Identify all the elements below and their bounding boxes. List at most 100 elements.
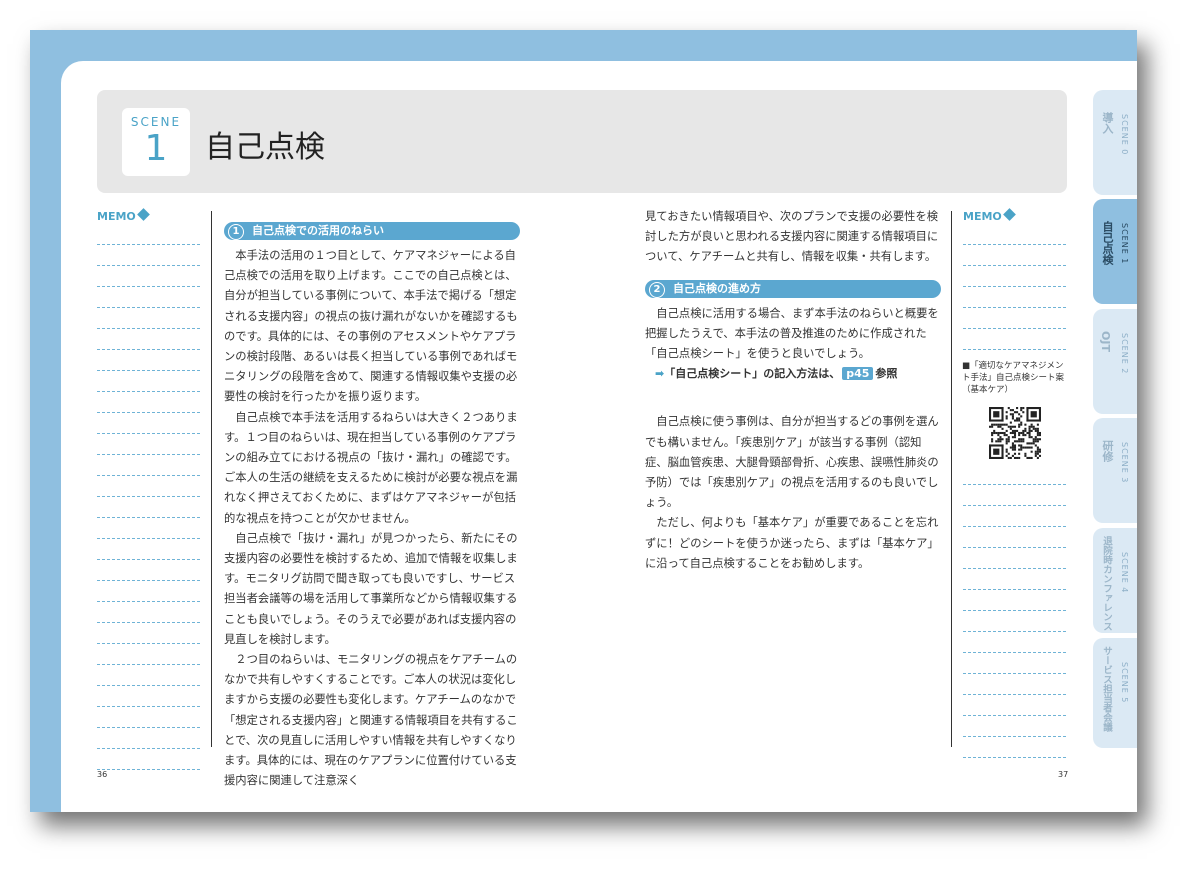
- memo-line: [97, 413, 200, 434]
- section-number-1: 1: [228, 224, 244, 240]
- memo-line: [963, 653, 1066, 674]
- memo-line: [97, 287, 200, 308]
- memo-line: [963, 506, 1066, 527]
- paragraph: ただし、何よりも「基本ケア」が重要であることを忘れずに！どのシートを使うか迷った…: [645, 516, 939, 570]
- section-heading-1-text: 自己点検での活用のねらい: [252, 224, 384, 237]
- memo-line: [97, 476, 200, 497]
- memo-lines-right-bottom: [963, 464, 1066, 758]
- section-number-2: 2: [649, 281, 665, 298]
- memo-line: [97, 455, 200, 476]
- reference-text: 「自己点検シート」の記入方法は、: [664, 367, 841, 381]
- memo-line: [963, 287, 1066, 308]
- memo-line: [963, 485, 1066, 506]
- memo-line: [97, 497, 200, 518]
- tab-label: 研修: [1101, 440, 1114, 462]
- memo-line: [97, 329, 200, 350]
- page-number-left: 36: [97, 770, 108, 779]
- memo-line: [97, 644, 200, 665]
- memo-line: [963, 632, 1066, 653]
- memo-line: [963, 266, 1066, 287]
- memo-lines-left: [97, 224, 200, 770]
- paragraph: 自己点検に使う事例は、自分が担当するどの事例を選んでも構いません。「疾患別ケア」…: [645, 415, 939, 510]
- scene-word: SCENE: [130, 115, 182, 129]
- pencil-icon: [136, 208, 150, 221]
- section-heading-1: 1 自己点検での活用のねらい: [224, 222, 520, 240]
- section-heading-2-text: 自己点検の進め方: [673, 281, 761, 295]
- tab-scene-0[interactable]: 導入 SCENE 0: [1093, 90, 1137, 195]
- paragraph: 見ておきたい情報項目や、次のプランで支援の必要性を検討した方が良いと思われる支援…: [645, 210, 939, 264]
- paragraph: ２つ目のねらいは、モニタリングの視点をケアチームのなかで共有しやすくすることです…: [224, 653, 518, 788]
- qr-code-icon[interactable]: [989, 407, 1041, 459]
- memo-line: [963, 548, 1066, 569]
- paragraph: 本手法の活用の１つ目として、ケアマネジャーによる自己点検での活用を取り上げます。…: [224, 249, 518, 404]
- memo-line: [963, 695, 1066, 716]
- scene-badge: SCENE 1: [122, 108, 190, 176]
- memo-line: [97, 434, 200, 455]
- tab-label: 導入: [1101, 112, 1114, 134]
- memo-line: [963, 308, 1066, 329]
- tab-scene-label: SCENE 4: [1120, 552, 1129, 594]
- tab-label: 退院時カンファレンス: [1101, 536, 1112, 631]
- memo-line: [97, 623, 200, 644]
- arrow-right-icon: ➡: [655, 367, 665, 381]
- memo-line: [97, 665, 200, 686]
- memo-line: [97, 686, 200, 707]
- memo-line: [97, 749, 200, 770]
- memo-line: [97, 581, 200, 602]
- tab-scene-label: SCENE 1: [1120, 223, 1129, 265]
- page-title: 自己点検: [205, 130, 325, 165]
- tab-scene-label: SCENE 5: [1120, 662, 1129, 704]
- memo-line: [97, 308, 200, 329]
- tab-scene-label: SCENE 2: [1120, 333, 1129, 375]
- memo-line: [97, 224, 200, 245]
- memo-line: [97, 560, 200, 581]
- tab-scene-2[interactable]: OJT SCENE 2: [1093, 309, 1137, 414]
- memo-line: [963, 590, 1066, 611]
- left-text-column: 1 自己点検での活用のねらい 本手法の活用の１つ目として、ケアマネジャーによる自己…: [224, 219, 520, 791]
- memo-line: [963, 569, 1066, 590]
- page-reference: ➡「自己点検シート」の記入方法は、 p45 参照: [645, 364, 941, 384]
- right-text-column: 見ておきたい情報項目や、次のプランで支援の必要性を検討した方が良いと思われる支援…: [645, 207, 941, 574]
- paragraph: 自己点検で本手法を活用するねらいは大きく２つあります。１つ目のねらいは、現在担当…: [224, 410, 518, 525]
- page-number-right: 37: [1058, 770, 1069, 779]
- tab-scene-3[interactable]: 研修 SCENE 3: [1093, 418, 1137, 523]
- pencil-icon: [1002, 208, 1016, 221]
- memo-line: [963, 224, 1066, 245]
- memo-line: [963, 527, 1066, 548]
- column-divider-left: [211, 211, 212, 747]
- memo-line: [97, 518, 200, 539]
- memo-line: [97, 371, 200, 392]
- paragraph: 自己点検に活用する場合、まず本手法のねらいと概要を把握したうえで、本手法の普及推…: [645, 306, 939, 361]
- page-ref-badge[interactable]: p45: [842, 367, 874, 381]
- memo-label-left: MEMO: [97, 208, 150, 223]
- memo-line: [97, 728, 200, 749]
- memo-line: [97, 602, 200, 623]
- scene-number: 1: [144, 128, 168, 169]
- memo-line: [963, 611, 1066, 632]
- tab-scene-1[interactable]: 自己点検 SCENE 1: [1093, 199, 1137, 304]
- memo-line: [963, 737, 1066, 758]
- column-divider-right: [951, 211, 952, 747]
- memo-label-right: MEMO: [963, 208, 1016, 223]
- qr-caption: ■「適切なケアマネジメント手法」自己点検シート案（基本ケア）: [962, 361, 1065, 395]
- tab-scene-label: SCENE 3: [1120, 442, 1129, 484]
- memo-line: [97, 350, 200, 371]
- memo-line: [963, 716, 1066, 737]
- memo-line: [963, 674, 1066, 695]
- tab-label: OJT: [1099, 331, 1112, 352]
- memo-line: [97, 245, 200, 266]
- reference-suffix: 参照: [875, 367, 898, 381]
- tab-scene-5[interactable]: サービス担当者会議 SCENE 5: [1093, 638, 1137, 748]
- memo-lines-right-top: [963, 224, 1066, 350]
- memo-line: [97, 392, 200, 413]
- tab-scene-label: SCENE 0: [1120, 114, 1129, 156]
- memo-line: [97, 266, 200, 287]
- memo-line: [963, 329, 1066, 350]
- memo-line: [97, 707, 200, 728]
- memo-line: [963, 245, 1066, 266]
- tab-scene-4[interactable]: 退院時カンファレンス SCENE 4: [1093, 528, 1137, 633]
- tab-label: 自己点検: [1101, 221, 1114, 265]
- paragraph: 自己点検で「抜け・漏れ」が見つかったら、新たにその支援内容の必要性を検討するため…: [224, 531, 518, 646]
- memo-line: [963, 464, 1066, 485]
- tab-label: サービス担当者会議: [1101, 646, 1112, 732]
